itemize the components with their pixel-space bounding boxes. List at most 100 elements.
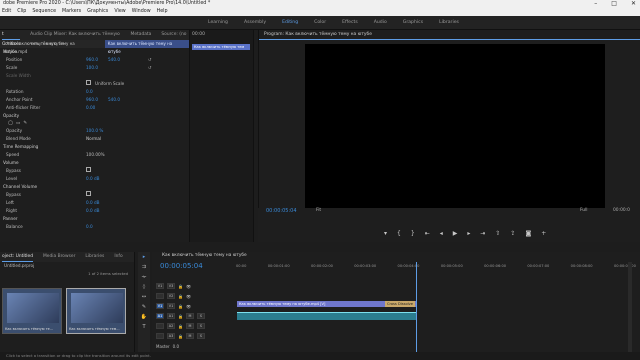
clip-selector[interactable]: Как включить тёмную тему на ютубе (104, 40, 189, 54)
time-remapping-section[interactable]: Time Remapping (0, 143, 189, 151)
slip-icon[interactable]: ↔ (139, 293, 149, 302)
timeline-timecode[interactable]: 00:00:05:04 (160, 262, 203, 270)
pen-mask-icon[interactable]: ✎ (23, 121, 27, 126)
eye-icon[interactable]: 👁 (186, 284, 191, 289)
video-preview[interactable] (305, 44, 605, 232)
project-item-selected[interactable]: Как включить тёмную тем... (66, 288, 126, 334)
export-frame-icon[interactable]: ◙ (525, 230, 531, 237)
mini-clip[interactable]: Как включить тёмную тем (192, 44, 250, 50)
menu-sequence[interactable]: Sequence (32, 8, 56, 16)
tab-project[interactable]: oject: Untitled (2, 252, 33, 262)
razor-icon[interactable]: ◊ (139, 283, 149, 292)
tab-effect-controls[interactable]: t Controls (2, 30, 20, 47)
prop-speed: Speed 100.00% (6, 152, 105, 157)
add-marker-icon[interactable]: ▾ (384, 230, 387, 237)
lock-icon[interactable]: 🔒 (178, 294, 183, 299)
workspace-editing[interactable]: Editing (274, 16, 307, 31)
panner-section[interactable]: Panner (0, 215, 189, 223)
lock-icon[interactable]: 🔒 (178, 284, 183, 289)
mark-in-icon[interactable]: { (397, 230, 401, 237)
audio-clip[interactable] (237, 312, 417, 320)
menu-graphics[interactable]: Graphics (87, 8, 108, 16)
blend-mode-select[interactable]: Normal (86, 135, 126, 143)
prop-channel-bypass: Bypass (0, 191, 189, 199)
tab-audio-clip-mixer[interactable]: Audio Clip Mixer: Как включить тёмную те… (30, 30, 120, 47)
bypass-checkbox[interactable] (86, 167, 91, 172)
lock-icon[interactable]: 🔒 (178, 314, 183, 319)
tab-libraries[interactable]: Libraries (85, 252, 104, 262)
maximize-icon[interactable]: □ (611, 0, 617, 8)
mark-out-icon[interactable]: } (411, 230, 415, 237)
tab-source[interactable]: Source: (no clips) (161, 30, 189, 47)
tab-media-browser[interactable]: Media Browser (43, 252, 75, 262)
channel-volume-section[interactable]: Channel Volume (0, 183, 189, 191)
rect-mask-icon[interactable]: ▭ (16, 121, 20, 126)
step-back-icon[interactable]: ◂ (440, 230, 443, 237)
menu-window[interactable]: Window (132, 8, 151, 16)
workspace-libraries[interactable]: Libraries (431, 16, 467, 31)
go-to-out-icon[interactable]: ⇥ (480, 230, 485, 237)
prop-scale: Scale 100.0 ↺ (6, 64, 152, 72)
pen-icon[interactable]: ✎ (139, 303, 149, 312)
volume-section[interactable]: Volume (0, 159, 189, 167)
track-v1: V1 V1 🔒 👁 (156, 303, 192, 309)
playhead[interactable] (416, 262, 417, 354)
effect-controls-timeline: 00:00 Как включить тёмную тем (190, 30, 254, 242)
type-icon[interactable]: T (139, 323, 149, 332)
step-forward-icon[interactable]: ▸ (467, 230, 470, 237)
channel-bypass-checkbox[interactable] (86, 191, 91, 196)
selection-tool-icon[interactable]: ▸ (139, 253, 149, 262)
workspace-color[interactable]: Color (306, 16, 334, 31)
track-select-icon[interactable]: ⇉ (139, 263, 149, 272)
workspace-assembly[interactable]: Assembly (236, 16, 274, 31)
ripple-edit-icon[interactable]: ⟛ (139, 273, 149, 282)
reset-icon[interactable]: ↺ (148, 56, 152, 64)
lock-icon[interactable]: 🔒 (178, 334, 183, 339)
opacity-section[interactable]: Opacity (0, 112, 189, 120)
menu-bar: Edit Clip Sequence Markers Graphics View… (0, 8, 640, 16)
program-timecode[interactable]: 00:00:05:04 (266, 208, 297, 214)
track-a3: A3 🔒 M S (156, 332, 234, 340)
workspace-graphics[interactable]: Graphics (395, 16, 431, 31)
minimize-icon[interactable]: – (594, 0, 597, 8)
go-to-in-icon[interactable]: ⇤ (425, 230, 430, 237)
settings-icon[interactable]: + (541, 230, 546, 237)
tab-info[interactable]: Info (114, 252, 122, 262)
time-ruler[interactable]: 00:00 00:00:01:00 00:00:02:00 00:00:03:00 00… (236, 264, 636, 276)
timeline-scrollbar[interactable] (628, 262, 632, 352)
workspace-bar: Learning Assembly Editing Color Effects … (0, 16, 640, 31)
video-clip[interactable]: Как включить тёмную тему на ютубе.mp4 [V… (237, 301, 417, 307)
menu-edit[interactable]: Edit (2, 8, 11, 16)
tab-metadata[interactable]: Metadata (131, 30, 152, 40)
resolution-select[interactable]: Full (580, 208, 588, 213)
lock-icon[interactable]: 🔒 (178, 324, 183, 329)
menu-view[interactable]: View (114, 8, 125, 16)
reset-icon[interactable]: ↺ (148, 64, 152, 72)
window-controls: – □ ✕ (594, 0, 640, 8)
menu-markers[interactable]: Markers (62, 8, 81, 16)
extract-icon[interactable]: ⇪ (510, 230, 515, 237)
status-bar: Click to select a transition or drag to … (0, 352, 640, 360)
menu-help[interactable]: Help (157, 8, 168, 16)
uniform-scale-checkbox[interactable] (86, 80, 91, 85)
prop-balance: Balance 0.0 (6, 224, 93, 229)
ellipse-mask-icon[interactable]: ◯ (8, 121, 13, 126)
project-item[interactable]: Как включить тёмную те... (2, 288, 62, 334)
lift-icon[interactable]: ⇧ (495, 230, 500, 237)
close-icon[interactable]: ✕ (631, 0, 636, 8)
tools-panel: ▸ ⇉ ⟛ ◊ ↔ ✎ ✋ T (138, 252, 150, 360)
lock-icon[interactable]: 🔒 (178, 304, 183, 309)
transition-marker[interactable]: Cross Dissolve (384, 301, 415, 307)
workspace-audio[interactable]: Audio (366, 16, 395, 31)
track-v3: V1 V3 🔒 👁 (156, 283, 192, 289)
menu-clip[interactable]: Clip (17, 8, 26, 16)
eye-icon[interactable]: 👁 (186, 304, 191, 309)
workspace-effects[interactable]: Effects (334, 16, 366, 31)
eye-icon[interactable]: 👁 (186, 294, 191, 299)
project-panel: oject: Untitled Media Browser Libraries … (0, 252, 135, 360)
workspace-learning[interactable]: Learning (200, 16, 236, 31)
zoom-select[interactable]: Fit (316, 208, 321, 213)
hand-icon[interactable]: ✋ (139, 313, 149, 322)
play-icon[interactable]: ▶ (453, 230, 458, 237)
track-master: Master 0.0 (156, 343, 180, 349)
